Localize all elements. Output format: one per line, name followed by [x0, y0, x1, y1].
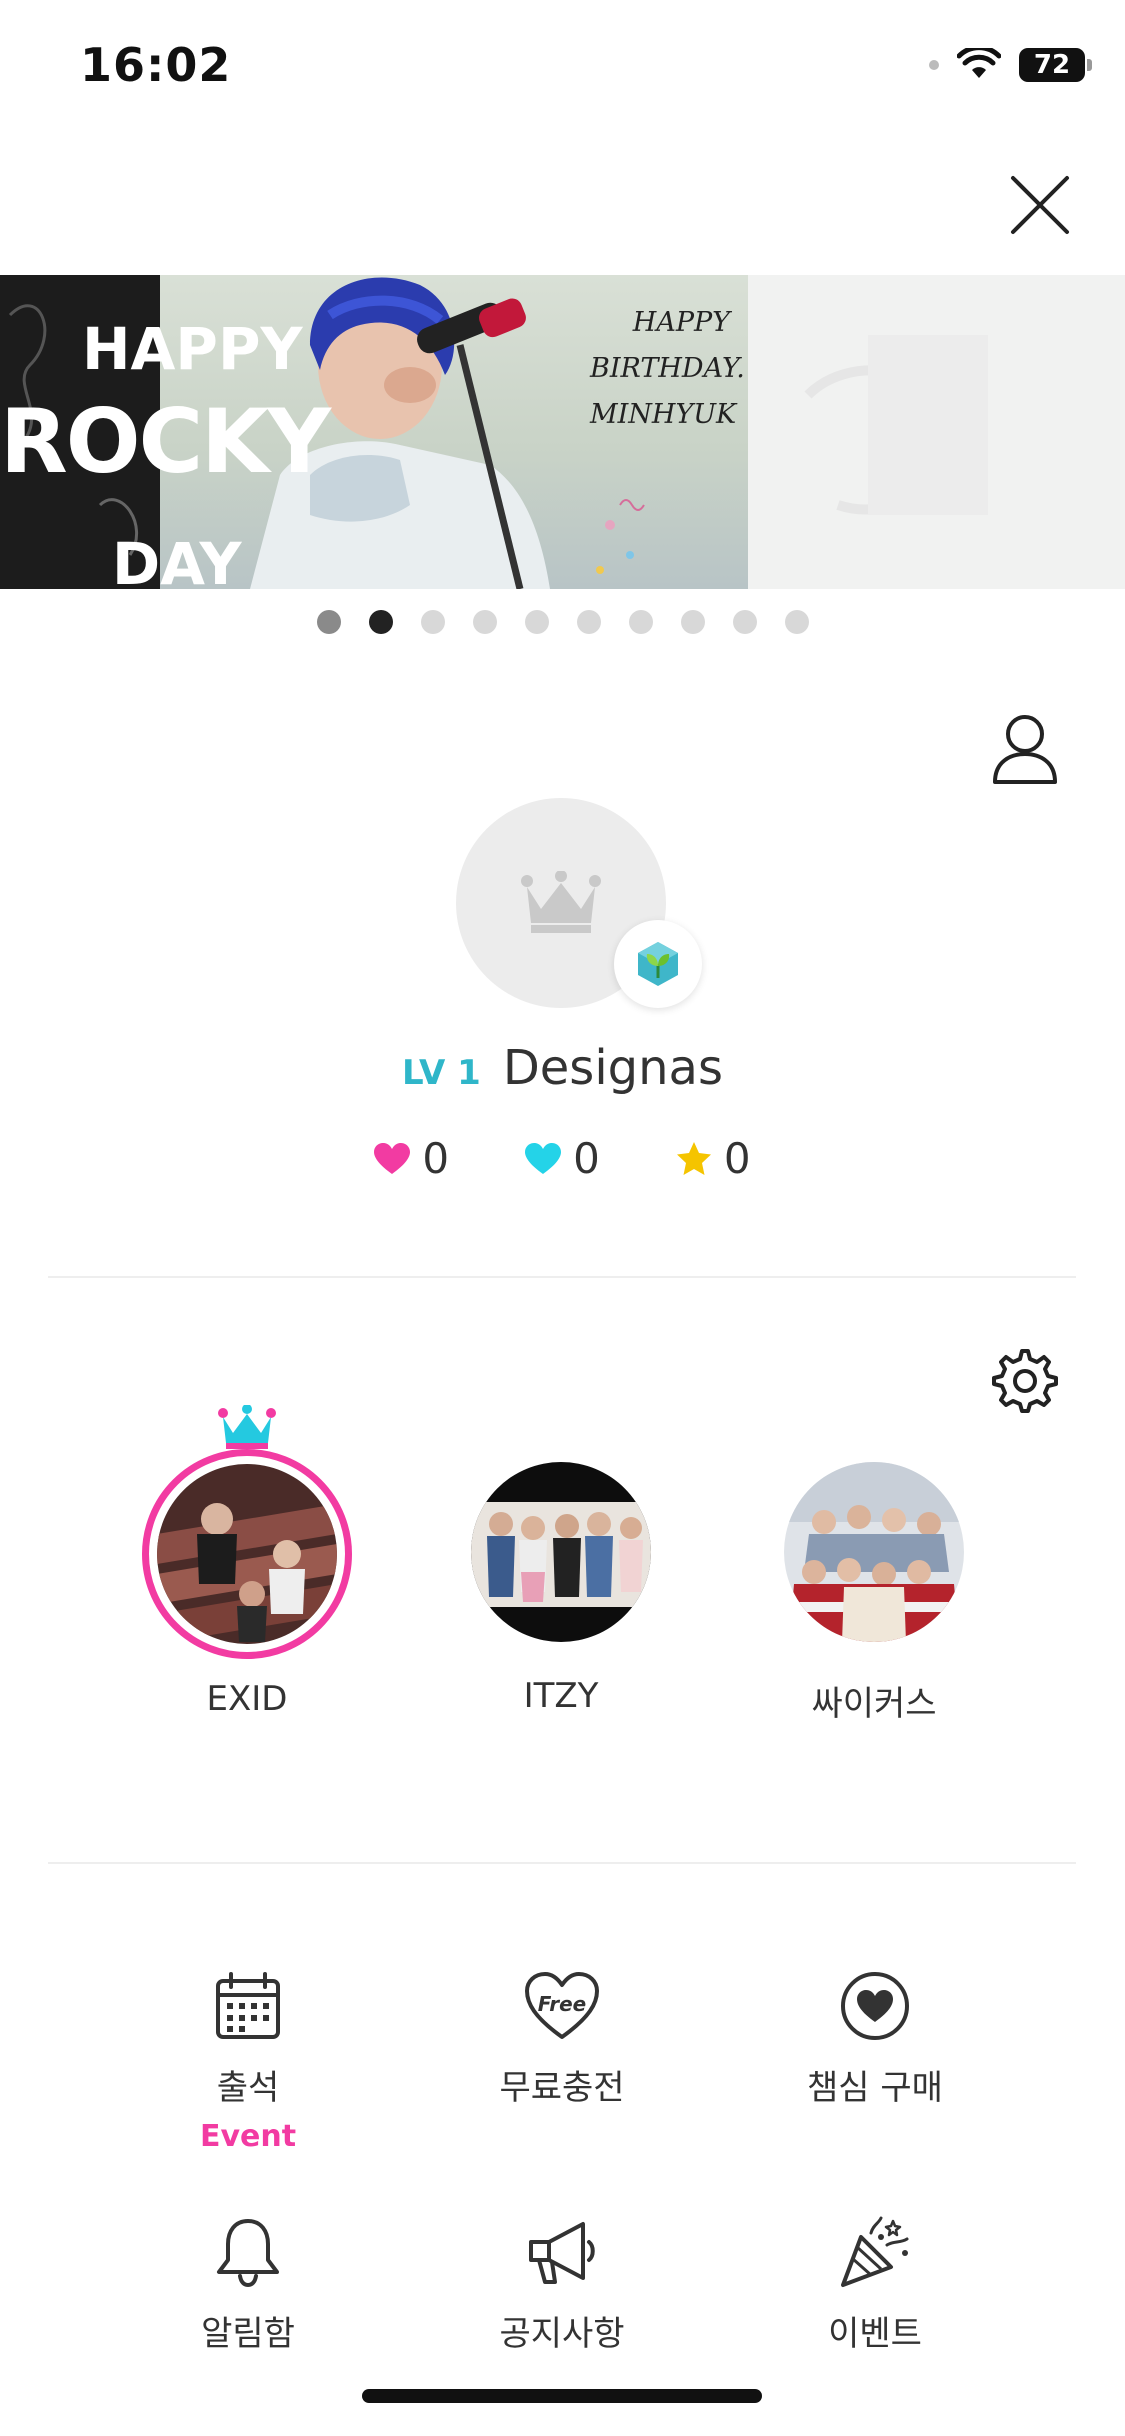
menu-label: 공지사항 — [499, 2314, 625, 2354]
crown-icon — [218, 1405, 276, 1449]
artist-item-itzy[interactable]: ITZY — [451, 1462, 671, 1716]
section-divider — [48, 1276, 1076, 1278]
home-indicator[interactable] — [362, 2389, 762, 2403]
selected-crown — [217, 1395, 277, 1449]
pager-dot[interactable] — [524, 610, 549, 634]
menu-label: 챔심 구매 — [807, 2068, 943, 2108]
pager-dot[interactable] — [784, 610, 809, 634]
pink-heart-icon — [374, 1142, 411, 1174]
section-divider — [48, 1862, 1076, 1864]
menu-label: 알림함 — [201, 2314, 295, 2354]
pager-dot-active[interactable] — [368, 610, 393, 634]
person-icon — [993, 715, 1057, 784]
artist-settings-button[interactable] — [990, 1346, 1060, 1416]
pink-heart-value: 0 — [422, 1134, 450, 1183]
banner-happy-text: HAPPY — [82, 315, 303, 383]
blue-heart-value: 0 — [573, 1134, 600, 1183]
close-button[interactable] — [1005, 170, 1075, 240]
pink-heart-count: 0 — [374, 1134, 449, 1183]
pager-dot[interactable] — [732, 610, 757, 634]
username: Designas — [502, 1040, 723, 1096]
artist-item-exid[interactable]: EXID — [137, 1395, 357, 1719]
artist-photo-itzy — [471, 1462, 651, 1642]
megaphone-icon — [522, 2212, 602, 2292]
artist-name: EXID — [206, 1679, 288, 1719]
heart-circle-icon — [835, 1966, 915, 2046]
free-icon-text: Free — [538, 1992, 586, 2016]
status-icons: 72 — [929, 48, 1092, 82]
banner-pager — [0, 610, 1125, 634]
artist-name: 싸이커스 — [811, 1684, 937, 1724]
star-icon — [676, 1141, 711, 1175]
banner-birthday-script: BIRTHDAY. — [590, 353, 745, 384]
menu-buy-hearts[interactable]: 챔심 구매 — [745, 1966, 1005, 2109]
artist-photo-exid — [157, 1464, 337, 1644]
artist-photo-xikers — [784, 1462, 964, 1642]
banner-day-text: DAY — [112, 530, 242, 589]
pager-dot[interactable] — [680, 610, 705, 634]
banner-happy-script: HAPPY — [632, 307, 730, 338]
sprout-level-icon — [638, 942, 678, 986]
star-count: 0 — [676, 1134, 751, 1183]
battery-indicator: 72 — [1019, 48, 1092, 82]
calendar-icon — [208, 1966, 288, 2046]
blue-heart-icon — [525, 1142, 562, 1174]
star-value: 0 — [723, 1134, 751, 1183]
level-label: LV 1 — [402, 1053, 481, 1093]
point-counts: 0 0 0 — [0, 1134, 1125, 1183]
party-popper-icon — [835, 2212, 915, 2292]
menu-free-charge[interactable]: Free 무료충전 — [432, 1966, 692, 2109]
menu-notifications[interactable]: 알림함 — [118, 2212, 378, 2355]
banner-next-preview — [748, 275, 1125, 589]
pager-dot[interactable] — [576, 610, 601, 634]
my-profile-button[interactable] — [990, 712, 1060, 786]
menu-label: 출석 — [216, 2068, 280, 2108]
wifi-icon — [957, 48, 1001, 78]
menu-attendance[interactable]: 출석 Event — [118, 1966, 378, 2154]
menu-events[interactable]: 이벤트 — [745, 2212, 1005, 2355]
banner-name-script: MINHYUK — [590, 399, 737, 430]
status-bar: 16:02 72 — [0, 0, 1125, 140]
gear-icon — [992, 1349, 1058, 1413]
signal-dot-icon — [929, 60, 939, 70]
level-badge — [614, 920, 702, 1008]
free-heart-icon: Free — [522, 1966, 602, 2046]
user-name-row: LV 1 Designas — [0, 1040, 1125, 1096]
artist-item-xikers[interactable]: 싸이커스 — [764, 1462, 984, 1725]
menu-label: 이벤트 — [828, 2314, 922, 2354]
bell-icon — [208, 2212, 288, 2292]
pager-dot[interactable] — [316, 610, 341, 634]
banner-carousel[interactable]: HAPPY ROCKY DAY HAPPY BIRTHDAY. MINHYUK — [0, 275, 1125, 589]
artist-name: ITZY — [523, 1676, 599, 1716]
menu-notices[interactable]: 공지사항 — [432, 2212, 692, 2355]
selected-ring — [142, 1449, 352, 1659]
battery-level: 72 — [1033, 50, 1071, 80]
banner-rocky-text: ROCKY — [0, 390, 331, 493]
pager-dot[interactable] — [472, 610, 497, 634]
crown-placeholder-icon — [521, 871, 601, 933]
event-tag: Event — [199, 2119, 297, 2154]
close-icon — [1011, 176, 1069, 234]
pager-dot[interactable] — [420, 610, 445, 634]
pager-dot[interactable] — [628, 610, 653, 634]
blue-heart-count: 0 — [525, 1134, 600, 1183]
status-time: 16:02 — [80, 38, 232, 92]
menu-label: 무료충전 — [499, 2068, 625, 2108]
